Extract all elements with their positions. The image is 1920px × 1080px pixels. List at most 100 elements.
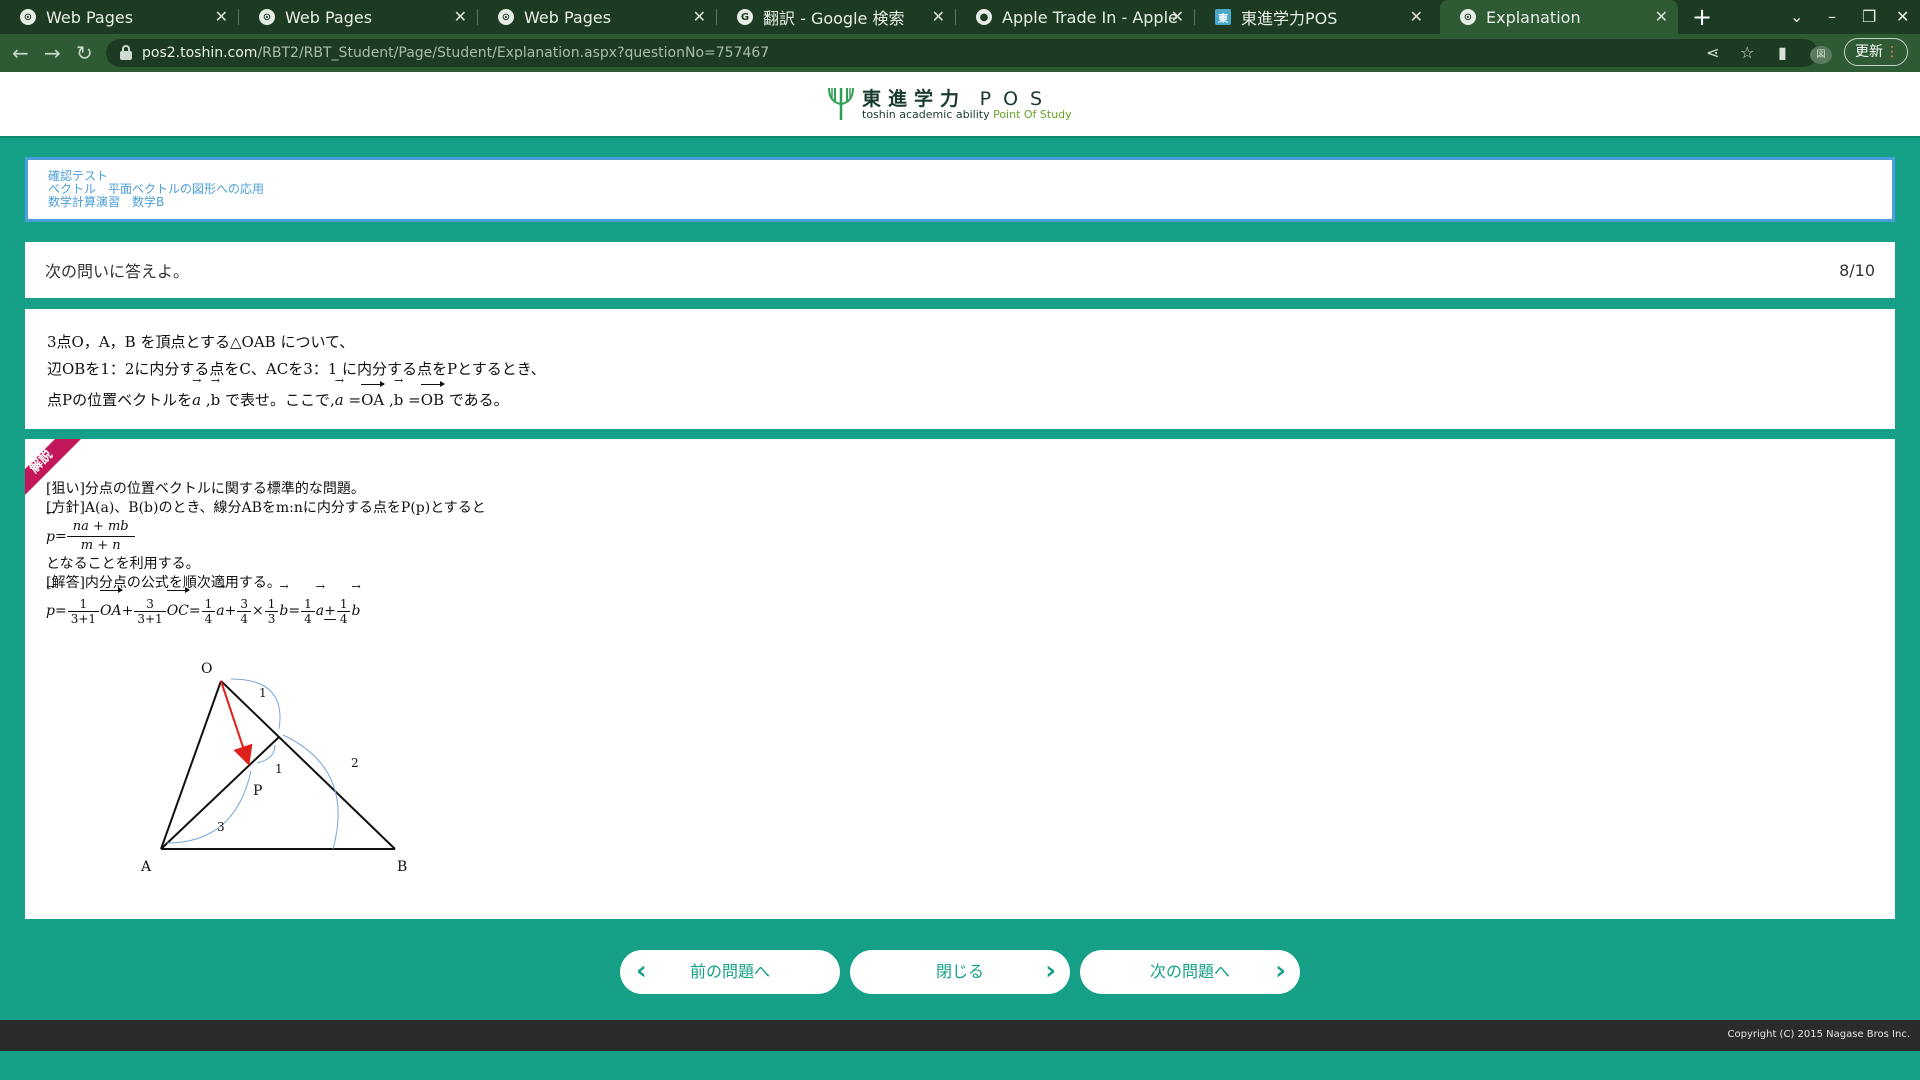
url-text: pos2.toshin.com/RBT2/RBT_Student/Page/St…: [142, 43, 769, 63]
address-bar[interactable]: pos2.toshin.com/RBT2/RBT_Student/Page/St…: [106, 39, 1818, 67]
explanation-aim: [狙い]分点の位置ベクトルに関する標準的な問題。: [46, 481, 365, 497]
update-button[interactable]: 更新 ⋮: [1844, 38, 1908, 66]
browser-tab-active[interactable]: ⊙ Explanation ✕: [1440, 0, 1678, 34]
logo-title-pos: POS: [979, 88, 1055, 110]
chevron-right-icon: ›: [1045, 956, 1056, 986]
question-line-3-c: である。: [448, 391, 509, 409]
point-label-o: O: [201, 661, 212, 677]
fraction: 14: [301, 597, 315, 626]
vector-b: b: [279, 581, 288, 629]
browser-tab[interactable]: ● Apple Trade In - Apple ✕: [956, 0, 1194, 34]
fraction-den: 4: [240, 611, 248, 626]
vector-oa: OA: [361, 381, 386, 414]
fraction-num: 3: [134, 597, 166, 612]
vector-oa: OA: [100, 587, 123, 629]
explanation-panel: 解説 [狙い]分点の位置ベクトルに関する標準的な問題。 [方針]A(a)、B(b…: [25, 439, 1895, 919]
fraction: 13: [264, 597, 279, 626]
forward-icon[interactable]: →: [44, 40, 61, 66]
tab-title: Web Pages: [46, 7, 134, 27]
next-question-button[interactable]: 次の問題へ ›: [1080, 950, 1300, 994]
fraction: 14: [336, 597, 351, 626]
site-logo[interactable]: 東進学力 POS toshin academic ability Point O…: [826, 86, 1106, 126]
question-line-3: 点Pの位置ベクトルをa ,b で表せ。ここで,a =OA ,b =OB である。: [47, 375, 1873, 414]
profile-avatar[interactable]: 図: [1810, 46, 1832, 64]
tab-search-icon[interactable]: ⌄: [1790, 4, 1803, 30]
fraction-den: 4: [204, 611, 213, 626]
ratio-label-pc: 1: [275, 762, 283, 776]
close-icon[interactable]: ✕: [454, 8, 467, 26]
point-label-p: P: [253, 783, 262, 799]
vector-b: b: [211, 375, 221, 414]
vector-oc: OC: [166, 587, 191, 629]
tab-title: Apple Trade In - Apple: [1002, 7, 1178, 27]
bookmark-star-icon[interactable]: ☆: [1740, 42, 1754, 64]
fraction-den: 3: [267, 611, 276, 626]
question-counter: 8/10: [1839, 260, 1875, 280]
close-icon[interactable]: ✕: [1171, 8, 1184, 26]
fraction-den: 3+1: [137, 611, 163, 626]
web-page-icon: ⊙: [20, 9, 36, 25]
vector-p: p: [46, 581, 55, 629]
tab-title: Web Pages: [285, 7, 373, 27]
web-page-icon: ⊙: [498, 9, 514, 25]
triangle-diagram: O A B P 1 2 1 3: [140, 661, 407, 875]
formula-denominator: m + n: [80, 538, 121, 553]
update-label: 更新: [1855, 44, 1883, 60]
side-panel-icon[interactable]: ▮: [1778, 42, 1787, 64]
vector-b: b: [351, 581, 360, 629]
fraction: 3 3+1: [134, 597, 166, 626]
fraction: 14: [201, 597, 216, 626]
close-button[interactable]: 閉じる ›: [850, 950, 1070, 994]
vector-ob: OB: [420, 381, 446, 414]
browser-tab[interactable]: ⊙ Web Pages ✕: [478, 0, 716, 34]
close-icon[interactable]: ✕: [1410, 8, 1423, 26]
fraction: 1 3+1: [67, 597, 100, 626]
question-line-1: 3点O，A，B を頂点とする△OAB について、: [47, 333, 355, 351]
arc-cb: [282, 734, 339, 850]
prev-question-label: 前の問題へ: [689, 962, 770, 981]
apple-icon: ●: [976, 9, 992, 25]
side-ob: [220, 680, 396, 850]
question-body: 3点O，A，B を頂点とする△OAB について、 辺OBを1：2に内分する点をC…: [25, 309, 1895, 429]
logo-mark-icon: [828, 87, 854, 120]
new-tab-icon[interactable]: +: [1692, 2, 1712, 32]
question-header: 次の問いに答えよ。 8/10: [25, 242, 1895, 298]
fraction-den: 4: [339, 611, 348, 626]
close-icon[interactable]: ✕: [1655, 8, 1668, 26]
browser-tab[interactable]: ⊙ Web Pages ✕: [0, 0, 238, 34]
browser-tab-bar: ⊙ Web Pages ✕ ⊙ Web Pages ✕ ⊙ Web Pages …: [0, 0, 1920, 34]
site-footer: Copyright (C) 2015 Nagase Bros Inc.: [0, 1020, 1920, 1051]
back-icon[interactable]: ←: [12, 40, 29, 66]
prev-question-button[interactable]: ‹ 前の問題へ: [620, 950, 840, 994]
minimize-icon[interactable]: –: [1828, 4, 1836, 30]
final-answer: 14a+14b: [300, 581, 360, 626]
lock-icon: [120, 45, 132, 60]
close-icon[interactable]: ✕: [932, 8, 945, 26]
toshin-icon: 東: [1215, 9, 1231, 25]
restore-icon[interactable]: ❐: [1862, 4, 1876, 30]
vector-a-def: a: [335, 375, 344, 414]
window-close-icon[interactable]: ✕: [1896, 4, 1909, 30]
copyright-text: Copyright (C) 2015 Nagase Bros Inc.: [1727, 1029, 1910, 1040]
question-prompt: 次の問いに答えよ。: [45, 262, 190, 281]
fraction-num: 1: [336, 597, 351, 612]
tab-title: Web Pages: [524, 7, 612, 27]
reload-icon[interactable]: ↻: [76, 40, 93, 66]
browser-tab[interactable]: 東 東進学力POS ✕: [1195, 0, 1433, 34]
fraction-num: 3: [237, 597, 251, 612]
browser-tab[interactable]: G 翻訳 - Google 検索 ✕: [717, 0, 955, 34]
point-label-b: B: [397, 859, 407, 875]
vector-p: p: [46, 507, 55, 555]
explanation-policy: [方針]A(a)、B(b)のとき、線分ABをm:nに内分する点をP(p)とすると: [46, 500, 486, 516]
answer-line: p=13+1OA+33+1OC=14a+34×13b=14a+14b: [46, 581, 486, 629]
share-icon[interactable]: ⋖: [1706, 42, 1719, 64]
breadcrumb-unit: ベクトル 平面ベクトルの図形への応用: [48, 182, 265, 196]
vector-b-def: b: [394, 375, 404, 414]
close-icon[interactable]: ✕: [693, 8, 706, 26]
ratio-label-ap: 3: [217, 820, 225, 834]
logo-title: 東進学力 POS: [862, 84, 1054, 111]
browser-tab[interactable]: ⊙ Web Pages ✕: [239, 0, 477, 34]
breadcrumb-course: 数学計算演習 数学B: [48, 195, 165, 209]
close-icon[interactable]: ✕: [215, 8, 228, 26]
side-oa: [160, 680, 222, 850]
